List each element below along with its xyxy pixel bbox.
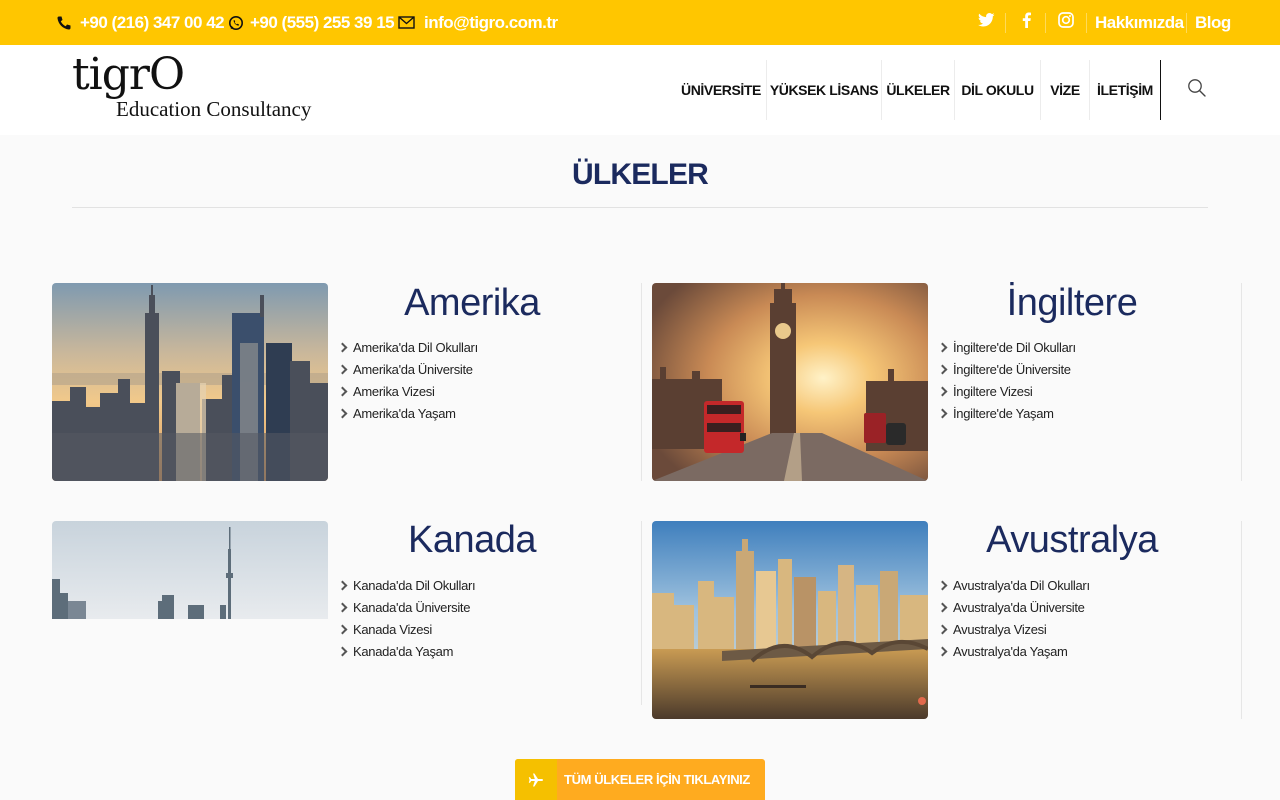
avustralya-link-universite[interactable]: Avustralya'da Üniversite: [937, 596, 1090, 618]
amerika-link-universite[interactable]: Amerika'da Üniversite: [337, 358, 478, 380]
all-countries-button[interactable]: TÜM ÜLKELER İÇİN TIKLAYINIZ: [515, 759, 765, 800]
blog-link[interactable]: Blog: [1195, 0, 1231, 45]
kanada-links: Kanada'da Dil Okulları Kanada'da Ünivers…: [337, 574, 476, 662]
page-title: ÜLKELER: [571, 158, 709, 191]
ingiltere-link-vize[interactable]: İngiltere Vizesi: [937, 380, 1076, 402]
chevron-right-icon: [937, 364, 948, 374]
amerika-title[interactable]: Amerika: [338, 282, 606, 325]
chevron-right-icon: [337, 342, 348, 352]
avustralya-link-vize[interactable]: Avustralya Vizesi: [937, 618, 1090, 640]
ingiltere-title[interactable]: İngiltere: [938, 282, 1206, 325]
ingiltere-link-yasam[interactable]: İngiltere'de Yaşam: [937, 402, 1076, 424]
avustralya-title[interactable]: Avustralya: [938, 519, 1206, 562]
top-bar: +90 (216) 347 00 42 +90 (555) 255 39 15 …: [0, 0, 1280, 45]
ingiltere-image[interactable]: [652, 283, 928, 481]
chevron-right-icon: [937, 646, 948, 656]
chevron-right-icon: [937, 342, 948, 352]
twitter-link[interactable]: [966, 0, 1006, 45]
nav-ulkeler[interactable]: ÜLKELER: [882, 60, 954, 120]
search-button[interactable]: [1184, 77, 1210, 103]
nav-yuksek-lisans[interactable]: YÜKSEK LİSANS: [767, 60, 881, 120]
chevron-right-icon: [937, 408, 948, 418]
card-divider: [641, 283, 642, 481]
facebook-icon: [1022, 12, 1031, 33]
email-text: info@tigro.com.tr: [424, 12, 558, 32]
email-link[interactable]: info@tigro.com.tr: [398, 0, 558, 45]
chevron-right-icon: [337, 602, 348, 612]
whatsapp-icon: [228, 15, 244, 31]
mail-icon: [398, 16, 415, 29]
whatsapp-link[interactable]: +90 (555) 255 39 15: [228, 0, 395, 45]
avustralya-image[interactable]: [652, 521, 928, 719]
about-link[interactable]: Hakkımızda: [1095, 0, 1184, 45]
ingiltere-link-universite[interactable]: İngiltere'de Üniversite: [937, 358, 1076, 380]
plane-icon: [515, 759, 557, 800]
chevron-right-icon: [937, 602, 948, 612]
instagram-icon: [1058, 12, 1074, 33]
phone-link[interactable]: +90 (216) 347 00 42: [56, 0, 225, 45]
instagram-link[interactable]: [1046, 0, 1086, 45]
kanada-link-yasam[interactable]: Kanada'da Yaşam: [337, 640, 475, 662]
all-countries-label: TÜM ÜLKELER İÇİN TIKLAYINIZ: [564, 772, 750, 787]
chevron-right-icon: [937, 624, 948, 634]
amerika-image[interactable]: [52, 283, 328, 481]
logo-tagline: Education Consultancy: [116, 97, 312, 121]
phone-icon: [56, 15, 72, 31]
amerika-link-dil-okullari[interactable]: Amerika'da Dil Okulları: [337, 336, 478, 358]
avustralya-link-dil-okullari[interactable]: Avustralya'da Dil Okulları: [937, 574, 1090, 596]
chevron-right-icon: [337, 580, 348, 590]
kanada-image[interactable]: [52, 521, 328, 619]
nav-universite[interactable]: ÜNİVERSİTE: [676, 60, 766, 120]
twitter-icon: [977, 13, 995, 32]
whatsapp-text: +90 (555) 255 39 15: [250, 12, 395, 32]
chevron-right-icon: [337, 386, 348, 396]
avustralya-links: Avustralya'da Dil Okulları Avustralya'da…: [937, 574, 1090, 662]
ingiltere-links: İngiltere'de Dil Okulları İngiltere'de Ü…: [937, 336, 1076, 424]
kanada-link-universite[interactable]: Kanada'da Üniversite: [337, 596, 475, 618]
nav-dil-okulu[interactable]: DİL OKULU: [955, 60, 1040, 120]
card-divider: [641, 521, 642, 705]
phone-text: +90 (216) 347 00 42: [80, 12, 225, 32]
ingiltere-link-dil-okullari[interactable]: İngiltere'de Dil Okulları: [937, 336, 1076, 358]
chevron-right-icon: [337, 408, 348, 418]
title-divider: [72, 207, 1208, 208]
chevron-right-icon: [937, 580, 948, 590]
card-divider: [1241, 521, 1242, 719]
chevron-right-icon: [937, 386, 948, 396]
amerika-links: Amerika'da Dil Okulları Amerika'da Ünive…: [337, 336, 478, 424]
avustralya-link-yasam[interactable]: Avustralya'da Yaşam: [937, 640, 1090, 662]
site-logo[interactable]: tigrO Education Consultancy: [72, 53, 344, 123]
kanada-title[interactable]: Kanada: [338, 519, 606, 562]
chevron-right-icon: [337, 624, 348, 634]
facebook-link[interactable]: [1006, 0, 1046, 45]
nav-iletisim[interactable]: İLETİŞİM: [1090, 60, 1160, 120]
site-header: tigrO Education Consultancy ÜNİVERSİTE Y…: [0, 45, 1280, 135]
amerika-link-vize[interactable]: Amerika Vizesi: [337, 380, 478, 402]
chevron-right-icon: [337, 646, 348, 656]
kanada-link-vize[interactable]: Kanada Vizesi: [337, 618, 475, 640]
chevron-right-icon: [337, 364, 348, 374]
nav-vize[interactable]: VİZE: [1041, 60, 1089, 120]
card-divider: [1241, 283, 1242, 481]
logo-wordmark: tigrO: [72, 49, 185, 100]
amerika-link-yasam[interactable]: Amerika'da Yaşam: [337, 402, 478, 424]
kanada-link-dil-okullari[interactable]: Kanada'da Dil Okulları: [337, 574, 476, 596]
search-icon: [1187, 78, 1207, 103]
